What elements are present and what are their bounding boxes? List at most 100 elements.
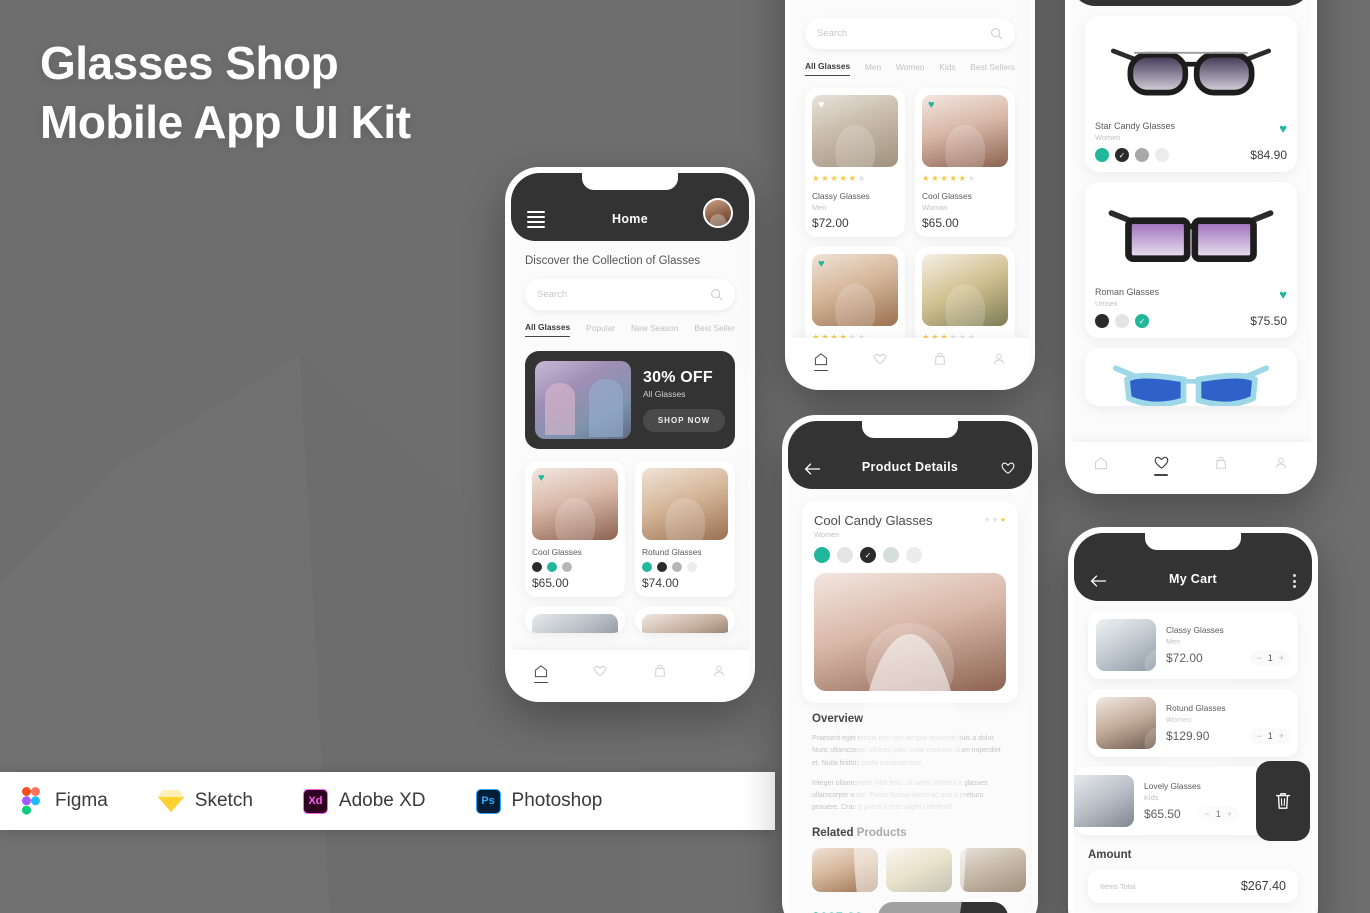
product-image: ♥ bbox=[812, 254, 898, 326]
swatch-black-selected[interactable]: ✓ bbox=[860, 547, 876, 563]
product-card[interactable] bbox=[525, 607, 625, 633]
cart-item-row-swiped[interactable]: Lovely Glasses Kids $65.50 − 1 + bbox=[1074, 761, 1310, 841]
phone-cart-screen: My Cart Classy Glasses Men $72.00 − 1 + bbox=[1068, 527, 1318, 913]
product-card[interactable] bbox=[1085, 348, 1297, 406]
tab-men[interactable]: Men bbox=[865, 62, 881, 76]
swatch-white[interactable] bbox=[1155, 148, 1169, 162]
nav-favorites[interactable] bbox=[592, 663, 608, 684]
nav-home[interactable] bbox=[813, 351, 829, 372]
nav-bag[interactable] bbox=[1213, 455, 1229, 476]
swatch-gray[interactable] bbox=[672, 562, 682, 572]
swatch-teal-selected[interactable]: ✓ bbox=[1135, 314, 1149, 328]
tab-best-sellers[interactable]: Best Sellers bbox=[970, 62, 1015, 76]
nav-bag[interactable] bbox=[932, 351, 948, 372]
bottom-navigation bbox=[511, 650, 749, 696]
favorite-heart-icon[interactable]: ♥ bbox=[1250, 121, 1287, 136]
tab-women[interactable]: Women bbox=[896, 62, 925, 76]
tab-popular[interactable]: Popular bbox=[586, 323, 615, 337]
tab-all-glasses[interactable]: All Glasses bbox=[805, 61, 851, 76]
color-swatches[interactable] bbox=[642, 562, 728, 572]
product-card[interactable]: ♥ ★ ★ ★ ★ ★ ★ Classy Glasses Men $72.00 bbox=[805, 88, 905, 237]
product-card[interactable]: ♥ Cool Glasses $65.00 bbox=[525, 461, 625, 597]
nav-favorites[interactable] bbox=[1153, 454, 1170, 476]
nav-profile[interactable] bbox=[991, 351, 1007, 372]
quantity-stepper[interactable]: − 1 + bbox=[1250, 727, 1290, 744]
quantity-value: 1 bbox=[1267, 730, 1273, 741]
back-button[interactable] bbox=[1090, 574, 1108, 588]
delete-item-button[interactable] bbox=[1256, 761, 1310, 841]
swatch-white[interactable] bbox=[687, 562, 697, 572]
home-icon bbox=[1094, 457, 1107, 469]
related-product-thumb[interactable] bbox=[960, 847, 1026, 892]
menu-button[interactable] bbox=[527, 211, 545, 228]
color-swatches[interactable]: ✓ bbox=[1095, 314, 1159, 328]
promo-banner[interactable]: 30% OFF All Glasses SHOP NOW bbox=[525, 351, 735, 449]
tab-best-seller[interactable]: Best Seller bbox=[695, 323, 736, 337]
favorite-heart-icon[interactable]: ♥ bbox=[1250, 287, 1287, 302]
nav-bag[interactable] bbox=[652, 663, 668, 684]
swatch-light-gray[interactable] bbox=[837, 547, 853, 563]
heart-icon[interactable]: ♥ bbox=[818, 100, 825, 111]
swatch-teal[interactable] bbox=[642, 562, 652, 572]
search-input[interactable]: Search bbox=[525, 279, 735, 310]
product-card[interactable]: ♥ ★ ★ ★ ★ ★ ★ Cool Glasses Woman $65.00 bbox=[915, 88, 1015, 237]
more-options-button[interactable] bbox=[1293, 574, 1296, 588]
swatch-gray[interactable] bbox=[562, 562, 572, 572]
swatch-mint-gray[interactable] bbox=[883, 547, 899, 563]
search-input[interactable]: Search bbox=[805, 18, 1015, 49]
product-card[interactable]: ★ ★ ★ ★ ★ ★ bbox=[915, 247, 1015, 350]
nav-favorites[interactable] bbox=[872, 351, 888, 372]
swatch-light-gray[interactable] bbox=[1115, 314, 1129, 328]
bag-icon bbox=[1216, 456, 1227, 469]
swatch-black[interactable] bbox=[532, 562, 542, 572]
swatch-gray[interactable] bbox=[1135, 148, 1149, 162]
color-swatches[interactable] bbox=[532, 562, 618, 572]
quantity-stepper[interactable]: − 1 + bbox=[1250, 649, 1290, 666]
heart-icon[interactable]: ♥ bbox=[928, 100, 935, 111]
increase-button[interactable]: + bbox=[1279, 731, 1284, 741]
decrease-button[interactable]: − bbox=[1256, 731, 1261, 741]
shop-now-button[interactable]: SHOP NOW bbox=[643, 408, 725, 432]
heart-icon[interactable]: ♥ bbox=[818, 259, 825, 270]
tab-new-season[interactable]: New Season bbox=[631, 323, 679, 337]
cart-item-row[interactable]: Rotund Glasses Women $129.90 − 1 + bbox=[1088, 689, 1298, 757]
tool-figma[interactable]: Figma bbox=[18, 787, 108, 815]
tool-sketch[interactable]: Sketch bbox=[157, 788, 253, 814]
appbar-title: Product Details bbox=[861, 460, 959, 474]
tab-kids[interactable]: Kids bbox=[939, 62, 955, 76]
back-button[interactable] bbox=[804, 462, 822, 476]
user-icon bbox=[714, 665, 725, 676]
swatch-black-selected[interactable]: ✓ bbox=[1115, 148, 1129, 162]
favorite-button[interactable] bbox=[1000, 460, 1016, 476]
product-category: Women bbox=[1095, 133, 1121, 142]
swatch-teal[interactable] bbox=[547, 562, 557, 572]
increase-button[interactable]: + bbox=[1279, 653, 1284, 663]
tool-photoshop[interactable]: Ps Photoshop bbox=[475, 788, 602, 814]
product-card[interactable]: Roman Glasses Unisex ✓ ♥ $75.50 bbox=[1085, 182, 1297, 338]
color-swatches[interactable]: ✓ bbox=[1095, 148, 1175, 162]
product-category: Unisex bbox=[1095, 299, 1118, 308]
swatch-black[interactable] bbox=[1095, 314, 1109, 328]
nav-home[interactable] bbox=[1093, 455, 1109, 476]
product-card[interactable]: Rotund Glasses $74.00 bbox=[635, 461, 735, 597]
swatch-teal[interactable] bbox=[1095, 148, 1109, 162]
color-swatches[interactable]: ✓ bbox=[814, 547, 1006, 563]
swatch-black[interactable] bbox=[657, 562, 667, 572]
product-card[interactable] bbox=[635, 607, 735, 633]
swatch-white[interactable] bbox=[906, 547, 922, 563]
decrease-button[interactable]: − bbox=[1256, 653, 1261, 663]
swatch-teal[interactable] bbox=[814, 547, 830, 563]
tab-all-glasses[interactable]: All Glasses bbox=[525, 322, 571, 337]
nav-profile[interactable] bbox=[1273, 455, 1289, 476]
heart-icon[interactable]: ♥ bbox=[538, 473, 545, 484]
profile-button[interactable] bbox=[703, 198, 733, 228]
nav-home[interactable] bbox=[533, 663, 549, 684]
tool-adobe-xd[interactable]: Xd Adobe XD bbox=[302, 788, 426, 814]
related-products-row[interactable] bbox=[812, 847, 1026, 892]
product-price: $74.00 bbox=[642, 576, 679, 590]
home-heading: Discover the Collection of Glasses bbox=[525, 255, 701, 267]
product-card[interactable]: Star Candy Glasses Women ✓ ♥ $84.90 bbox=[1085, 16, 1297, 172]
nav-profile[interactable] bbox=[711, 663, 727, 684]
cart-item-row[interactable]: Classy Glasses Men $72.00 − 1 + bbox=[1088, 611, 1298, 679]
product-card[interactable]: ♥ ★ ★ ★ ★ ★ ★ bbox=[805, 247, 905, 350]
